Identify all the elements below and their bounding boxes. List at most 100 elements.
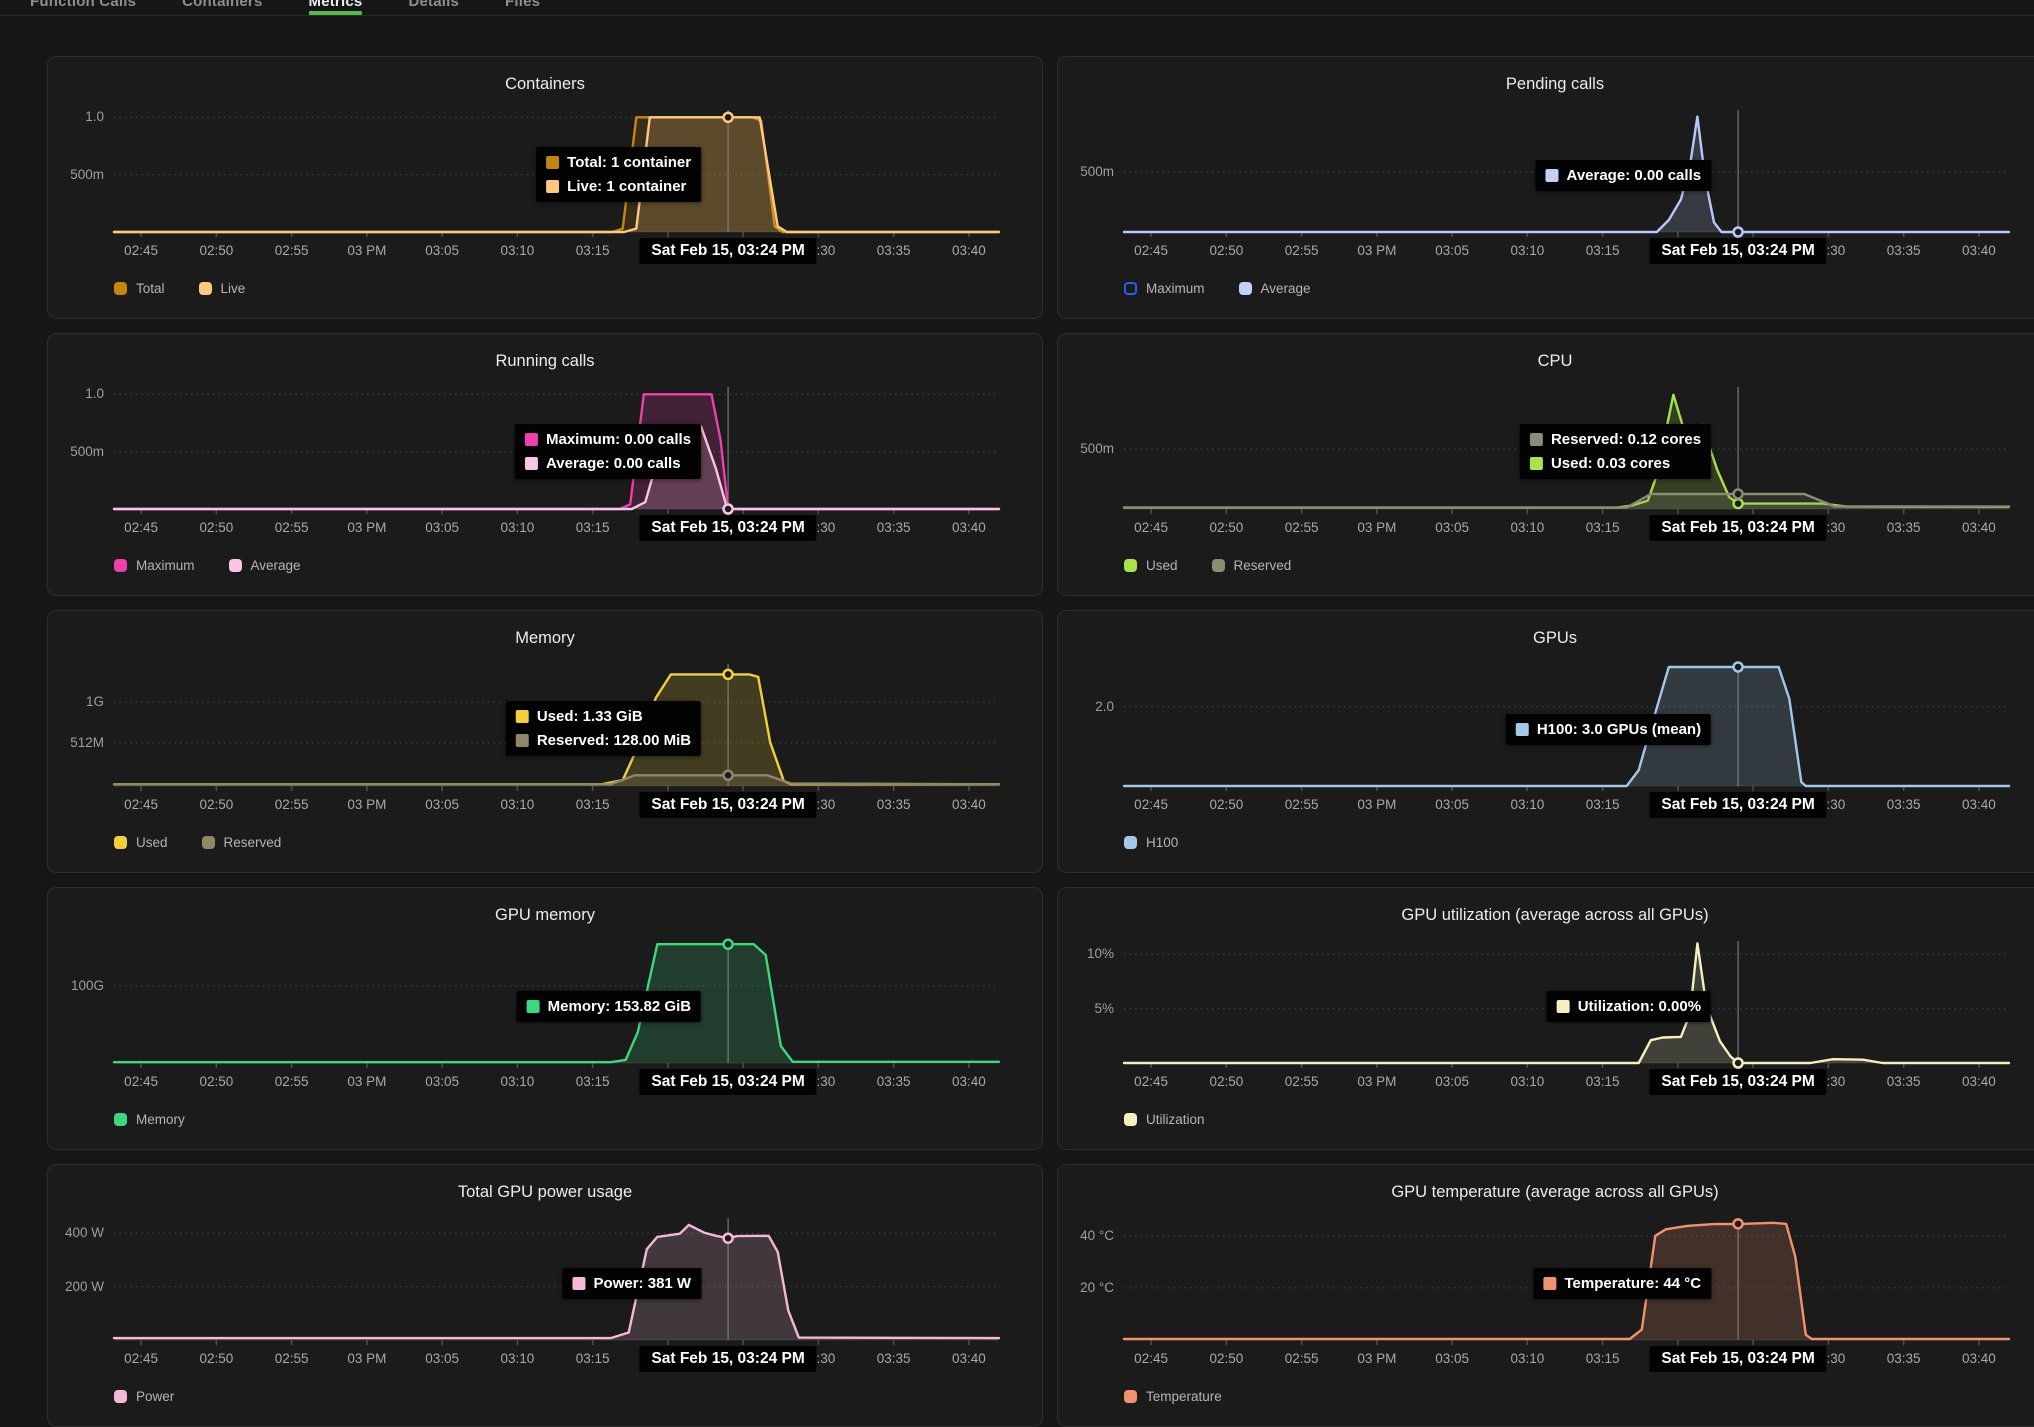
tooltip-text: Live: 1 container bbox=[567, 178, 686, 195]
chart-plot[interactable]: Utilization: 0.00%Sat Feb 15, 03:24 PM bbox=[1124, 938, 2007, 1070]
panel-memory: Memory1G512MUsed: 1.33 GiBReserved: 128.… bbox=[47, 610, 1043, 873]
legend-label: Utilization bbox=[1146, 1112, 1205, 1127]
cursor-time-tooltip: Sat Feb 15, 03:24 PM bbox=[639, 792, 816, 818]
legend-swatch bbox=[1239, 282, 1252, 295]
legend-item-maximum[interactable]: Maximum bbox=[114, 558, 195, 573]
chart-legend: H100 bbox=[1124, 835, 2034, 850]
legend-swatch bbox=[1124, 559, 1137, 572]
panel-title: GPU memory bbox=[48, 904, 1042, 926]
legend-item-average[interactable]: Average bbox=[229, 558, 301, 573]
x-axis-label: 03:05 bbox=[425, 1351, 459, 1366]
tooltip-line: Utilization: 0.00% bbox=[1557, 998, 1701, 1015]
x-axis-label: 03:10 bbox=[500, 1074, 534, 1089]
tooltip-series-swatch bbox=[1557, 1000, 1570, 1013]
chart-plot[interactable]: Reserved: 0.12 coresUsed: 0.03 coresSat … bbox=[1124, 384, 2007, 516]
x-axis-label: 03:10 bbox=[500, 520, 534, 535]
x-axis-labels: 02:4502:5002:5503 PM03:0503:1003:1503:20… bbox=[1124, 516, 2007, 540]
x-axis-label: 02:45 bbox=[124, 1074, 158, 1089]
tooltip-series-swatch bbox=[525, 433, 538, 446]
x-axis-label: 03:40 bbox=[1962, 520, 1996, 535]
x-axis-labels: 02:4502:5002:5503 PM03:0503:1003:1503:20… bbox=[1124, 1070, 2007, 1094]
cursor-time-tooltip: Sat Feb 15, 03:24 PM bbox=[639, 515, 816, 541]
x-axis-label: 03:40 bbox=[952, 1351, 986, 1366]
x-axis-label: 03:05 bbox=[425, 797, 459, 812]
chart-legend: Memory bbox=[114, 1112, 1042, 1127]
chart-area: 500mReserved: 0.12 coresUsed: 0.03 cores… bbox=[1058, 384, 2034, 540]
x-axis-label: 02:45 bbox=[1134, 520, 1168, 535]
chart-plot[interactable]: Average: 0.00 callsSat Feb 15, 03:24 PM bbox=[1124, 107, 2007, 239]
x-axis-label: 03 PM bbox=[1357, 243, 1396, 258]
chart-area: 1.0500mMaximum: 0.00 callsAverage: 0.00 … bbox=[48, 384, 1042, 540]
legend-label: Reserved bbox=[1234, 558, 1292, 573]
legend-item-memory[interactable]: Memory bbox=[114, 1112, 185, 1127]
chart-tooltip: Maximum: 0.00 callsAverage: 0.00 calls bbox=[515, 424, 701, 479]
cursor-marker-h100 bbox=[1734, 662, 1743, 671]
x-axis-label: 03:10 bbox=[1510, 1074, 1544, 1089]
x-axis-labels: 02:4502:5002:5503 PM03:0503:1003:1503:20… bbox=[1124, 793, 2007, 817]
cursor-time-tooltip: Sat Feb 15, 03:24 PM bbox=[639, 1069, 816, 1095]
chart-tooltip: Used: 1.33 GiBReserved: 128.00 MiB bbox=[506, 701, 701, 756]
tab-metrics[interactable]: Metrics bbox=[309, 0, 363, 15]
legend-swatch bbox=[199, 282, 212, 295]
chart-plot[interactable]: Maximum: 0.00 callsAverage: 0.00 callsSa… bbox=[114, 384, 997, 516]
x-axis-label: 03 PM bbox=[347, 1351, 386, 1366]
x-axis-label: 02:50 bbox=[1209, 1351, 1243, 1366]
chart-plot[interactable]: Temperature: 44 °CSat Feb 15, 03:24 PM bbox=[1124, 1215, 2007, 1347]
tooltip-line: Used: 0.03 cores bbox=[1530, 455, 1701, 472]
legend-item-live[interactable]: Live bbox=[199, 281, 246, 296]
tooltip-series-swatch bbox=[516, 710, 529, 723]
legend-item-utilization[interactable]: Utilization bbox=[1124, 1112, 1205, 1127]
legend-item-used[interactable]: Used bbox=[114, 835, 168, 850]
tooltip-series-swatch bbox=[527, 1000, 540, 1013]
tab-bar: Function Calls Containers Metrics Details Fi… bbox=[0, 0, 2034, 16]
legend-item-power[interactable]: Power bbox=[114, 1389, 174, 1404]
chart-plot[interactable]: Memory: 153.82 GiBSat Feb 15, 03:24 PM bbox=[114, 938, 997, 1070]
legend-label: Maximum bbox=[136, 558, 195, 573]
chart-area: 1G512MUsed: 1.33 GiBReserved: 128.00 MiB… bbox=[48, 661, 1042, 817]
chart-plot[interactable]: Total: 1 containerLive: 1 containerSat F… bbox=[114, 107, 997, 239]
chart-plot[interactable]: Power: 381 WSat Feb 15, 03:24 PM bbox=[114, 1215, 997, 1347]
chart-plot[interactable]: H100: 3.0 GPUs (mean)Sat Feb 15, 03:24 P… bbox=[1124, 661, 2007, 793]
legend-item-average[interactable]: Average bbox=[1239, 281, 1311, 296]
x-axis-label: 03:05 bbox=[425, 520, 459, 535]
legend-item-maximum[interactable]: Maximum bbox=[1124, 281, 1205, 296]
legend-item-temperature[interactable]: Temperature bbox=[1124, 1389, 1222, 1404]
x-axis-label: 02:45 bbox=[1134, 243, 1168, 258]
tooltip-text: Memory: 153.82 GiB bbox=[548, 998, 691, 1015]
x-axis-label: 02:45 bbox=[124, 797, 158, 812]
x-axis-label: 02:55 bbox=[275, 1074, 309, 1089]
panel-running-calls: Running calls 1.0500mMaximum: 0.00 callsA… bbox=[47, 333, 1043, 596]
tab-containers[interactable]: Containers bbox=[182, 0, 262, 15]
x-axis-label: 03:35 bbox=[1887, 520, 1921, 535]
x-axis-label: 03:05 bbox=[1435, 1351, 1469, 1366]
active-tab-underline-indicator bbox=[309, 11, 363, 15]
x-axis-label: 03:15 bbox=[1586, 243, 1620, 258]
legend-item-total[interactable]: Total bbox=[114, 281, 165, 296]
x-axis-label: 02:50 bbox=[1209, 1074, 1243, 1089]
chart-tooltip: Total: 1 containerLive: 1 container bbox=[536, 147, 701, 202]
tooltip-text: Used: 0.03 cores bbox=[1551, 455, 1670, 472]
tooltip-text: Utilization: 0.00% bbox=[1578, 998, 1701, 1015]
x-axis-label: 02:45 bbox=[124, 520, 158, 535]
legend-swatch bbox=[229, 559, 242, 572]
x-axis-label: 03:10 bbox=[500, 797, 534, 812]
panel-title: GPU utilization (average across all GPUs… bbox=[1058, 904, 2034, 926]
tab-details[interactable]: Details bbox=[408, 0, 459, 15]
legend-swatch bbox=[114, 1113, 127, 1126]
x-axis-label: 03:05 bbox=[425, 243, 459, 258]
chart-plot[interactable]: Used: 1.33 GiBReserved: 128.00 MiBSat Fe… bbox=[114, 661, 997, 793]
legend-label: Maximum bbox=[1146, 281, 1205, 296]
x-axis-label: 02:55 bbox=[1285, 520, 1319, 535]
x-axis-label: 02:55 bbox=[275, 520, 309, 535]
legend-item-h100[interactable]: H100 bbox=[1124, 835, 1178, 850]
x-axis-label: 03:40 bbox=[952, 797, 986, 812]
panel-title: Running calls bbox=[48, 350, 1042, 372]
legend-item-used[interactable]: Used bbox=[1124, 558, 1178, 573]
legend-item-reserved[interactable]: Reserved bbox=[202, 835, 282, 850]
tab-files[interactable]: Files bbox=[505, 0, 540, 15]
tab-function-calls[interactable]: Function Calls bbox=[30, 0, 136, 15]
panel-title: Containers bbox=[48, 73, 1042, 95]
legend-item-reserved[interactable]: Reserved bbox=[1212, 558, 1292, 573]
cursor-marker-temperature bbox=[1734, 1219, 1743, 1228]
x-axis-label: 02:45 bbox=[124, 1351, 158, 1366]
